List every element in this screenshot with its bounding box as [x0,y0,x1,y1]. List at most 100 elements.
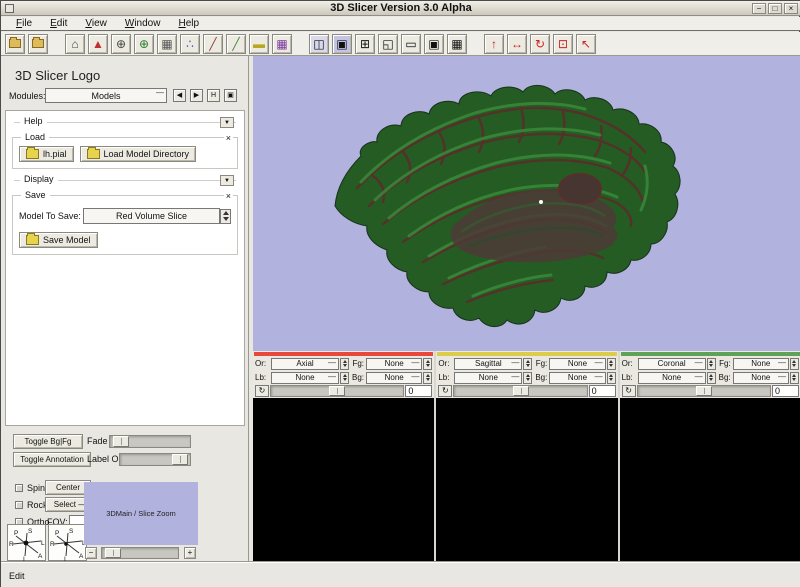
fiducials-icon[interactable]: ▲ [88,34,108,54]
color-table-icon[interactable]: ▦ [272,34,292,54]
help-section-header[interactable]: Help ▼ [12,115,238,129]
modules-search-button[interactable]: ▣ [224,89,237,102]
transform-plot-icon[interactable]: ╱ [203,34,223,54]
nav-zoom-widget[interactable]: 3DMain / Slice Zoom [84,482,198,545]
rock-checkbox[interactable] [15,501,23,509]
layout-conventional-icon[interactable]: ◫ [309,34,329,54]
yellow-slice-viewport[interactable] [436,398,617,562]
lb-dropdown[interactable]: None— [271,372,339,384]
lb-spinner[interactable] [340,372,349,384]
orientation-spinner[interactable] [340,358,349,370]
menu-item-window[interactable]: Window [116,17,170,30]
3d-viewport[interactable] [253,56,800,351]
slice-color-bar[interactable] [437,352,616,356]
slice-color-bar[interactable] [621,352,800,356]
layout-tabbed-slice-icon[interactable]: ▭ [401,34,421,54]
home-icon[interactable]: ⌂ [65,34,85,54]
load-model-directory-button[interactable]: Load Model Directory [80,146,197,162]
orientation-spinner[interactable] [707,358,716,370]
mouse-rotate-icon[interactable]: ↻ [530,34,550,54]
green-slice-viewport[interactable] [620,398,800,562]
mouse-place-fiducial-icon[interactable]: ↖ [576,34,596,54]
save-model-button[interactable]: Save Model [19,232,98,248]
editor-plot-icon[interactable]: ╱ [226,34,246,54]
label-opacity-slider[interactable] [119,453,191,466]
slice-offset-entry[interactable]: 0 [405,385,432,397]
slice-color-bar[interactable] [254,352,433,356]
orientation-gizmo-3d[interactable]: P S L R I A [7,524,46,561]
fg-spinner[interactable] [607,358,616,370]
lb-dropdown[interactable]: None— [454,372,522,384]
menu-item-edit[interactable]: Edit [41,17,76,30]
layout-tabbed-3d-icon[interactable]: ◱ [378,34,398,54]
load-scene-icon[interactable] [5,34,25,54]
volumes-icon[interactable]: ▦ [157,34,177,54]
data-module-icon[interactable]: ⊕ [111,34,131,54]
spin-checkbox[interactable] [15,484,23,492]
display-section-header[interactable]: Display ▼ [12,173,238,187]
fg-dropdown[interactable]: None— [549,358,605,370]
layout-lightbox-icon[interactable]: ▣ [424,34,444,54]
zoom-slider-handle[interactable] [105,548,121,558]
layout-3d-only-icon[interactable]: ▣ [332,34,352,54]
chevron-down-icon[interactable]: ▼ [220,117,234,128]
save-scene-icon[interactable] [28,34,48,54]
load-lhpial-button[interactable]: lh.pial [19,146,74,162]
menu-item-view[interactable]: View [76,17,116,30]
layout-grid-icon[interactable]: ▦ [447,34,467,54]
bg-spinner[interactable] [423,372,432,384]
fg-spinner[interactable] [423,358,432,370]
bg-dropdown[interactable]: None— [549,372,605,384]
model-to-save-spinner[interactable] [220,209,231,224]
fg-dropdown[interactable]: None— [366,358,422,370]
orientation-dropdown[interactable]: Sagittal— [454,358,522,370]
measure-ruler-icon[interactable]: ▬ [249,34,269,54]
save-close-icon[interactable]: × [224,192,233,201]
chevron-down-icon[interactable]: ▼ [220,175,234,186]
modules-history-button[interactable]: H [207,89,220,102]
bg-dropdown[interactable]: None— [366,372,422,384]
toggle-annotation-button[interactable]: Toggle Annotation [13,452,91,467]
zoom-out-button[interactable]: − [85,547,97,559]
slice-offset-handle[interactable] [696,386,712,396]
slice-link-icon[interactable]: ↻ [255,385,269,397]
lb-spinner[interactable] [523,372,532,384]
crosshair-icon[interactable]: ⊕ [134,34,154,54]
load-close-icon[interactable]: × [224,134,233,143]
orientation-dropdown[interactable]: Axial— [271,358,339,370]
zoom-slider[interactable] [101,547,179,559]
modules-prev-button[interactable]: ◀ [173,89,186,102]
menu-item-file[interactable]: File [7,17,41,30]
bg-spinner[interactable] [790,372,799,384]
slice-offset-handle[interactable] [513,386,529,396]
minimize-button[interactable]: − [752,3,766,14]
mouse-translate-icon[interactable]: ↑ [484,34,504,54]
layout-four-up-icon[interactable]: ⊞ [355,34,375,54]
modules-dropdown[interactable]: Models — [45,88,167,103]
bg-spinner[interactable] [607,372,616,384]
menu-item-help[interactable]: Help [169,17,208,30]
mouse-move-icon[interactable]: ↔ [507,34,527,54]
slice-offset-handle[interactable] [329,386,345,396]
maximize-button[interactable]: □ [768,3,782,14]
fade-slider[interactable] [109,435,191,448]
scatter-icon[interactable]: ∴ [180,34,200,54]
lb-spinner[interactable] [707,372,716,384]
slice-link-icon[interactable]: ↻ [622,385,636,397]
mouse-window-level-icon[interactable]: ⊡ [553,34,573,54]
modules-next-button[interactable]: ▶ [190,89,203,102]
fade-slider-handle[interactable] [113,436,129,447]
fg-dropdown[interactable]: None— [733,358,789,370]
toggle-bgfg-button[interactable]: Toggle Bg|Fg [13,434,83,449]
orientation-dropdown[interactable]: Coronal— [638,358,706,370]
slice-offset-entry[interactable]: 0 [589,385,616,397]
orientation-spinner[interactable] [523,358,532,370]
slice-link-icon[interactable]: ↻ [438,385,452,397]
model-to-save-dropdown[interactable]: Red Volume Slice [83,208,220,224]
zoom-in-button[interactable]: + [184,547,196,559]
fg-spinner[interactable] [790,358,799,370]
bg-dropdown[interactable]: None— [733,372,789,384]
close-button[interactable]: × [784,3,798,14]
slice-offset-slider[interactable] [637,385,771,397]
lb-dropdown[interactable]: None— [638,372,706,384]
